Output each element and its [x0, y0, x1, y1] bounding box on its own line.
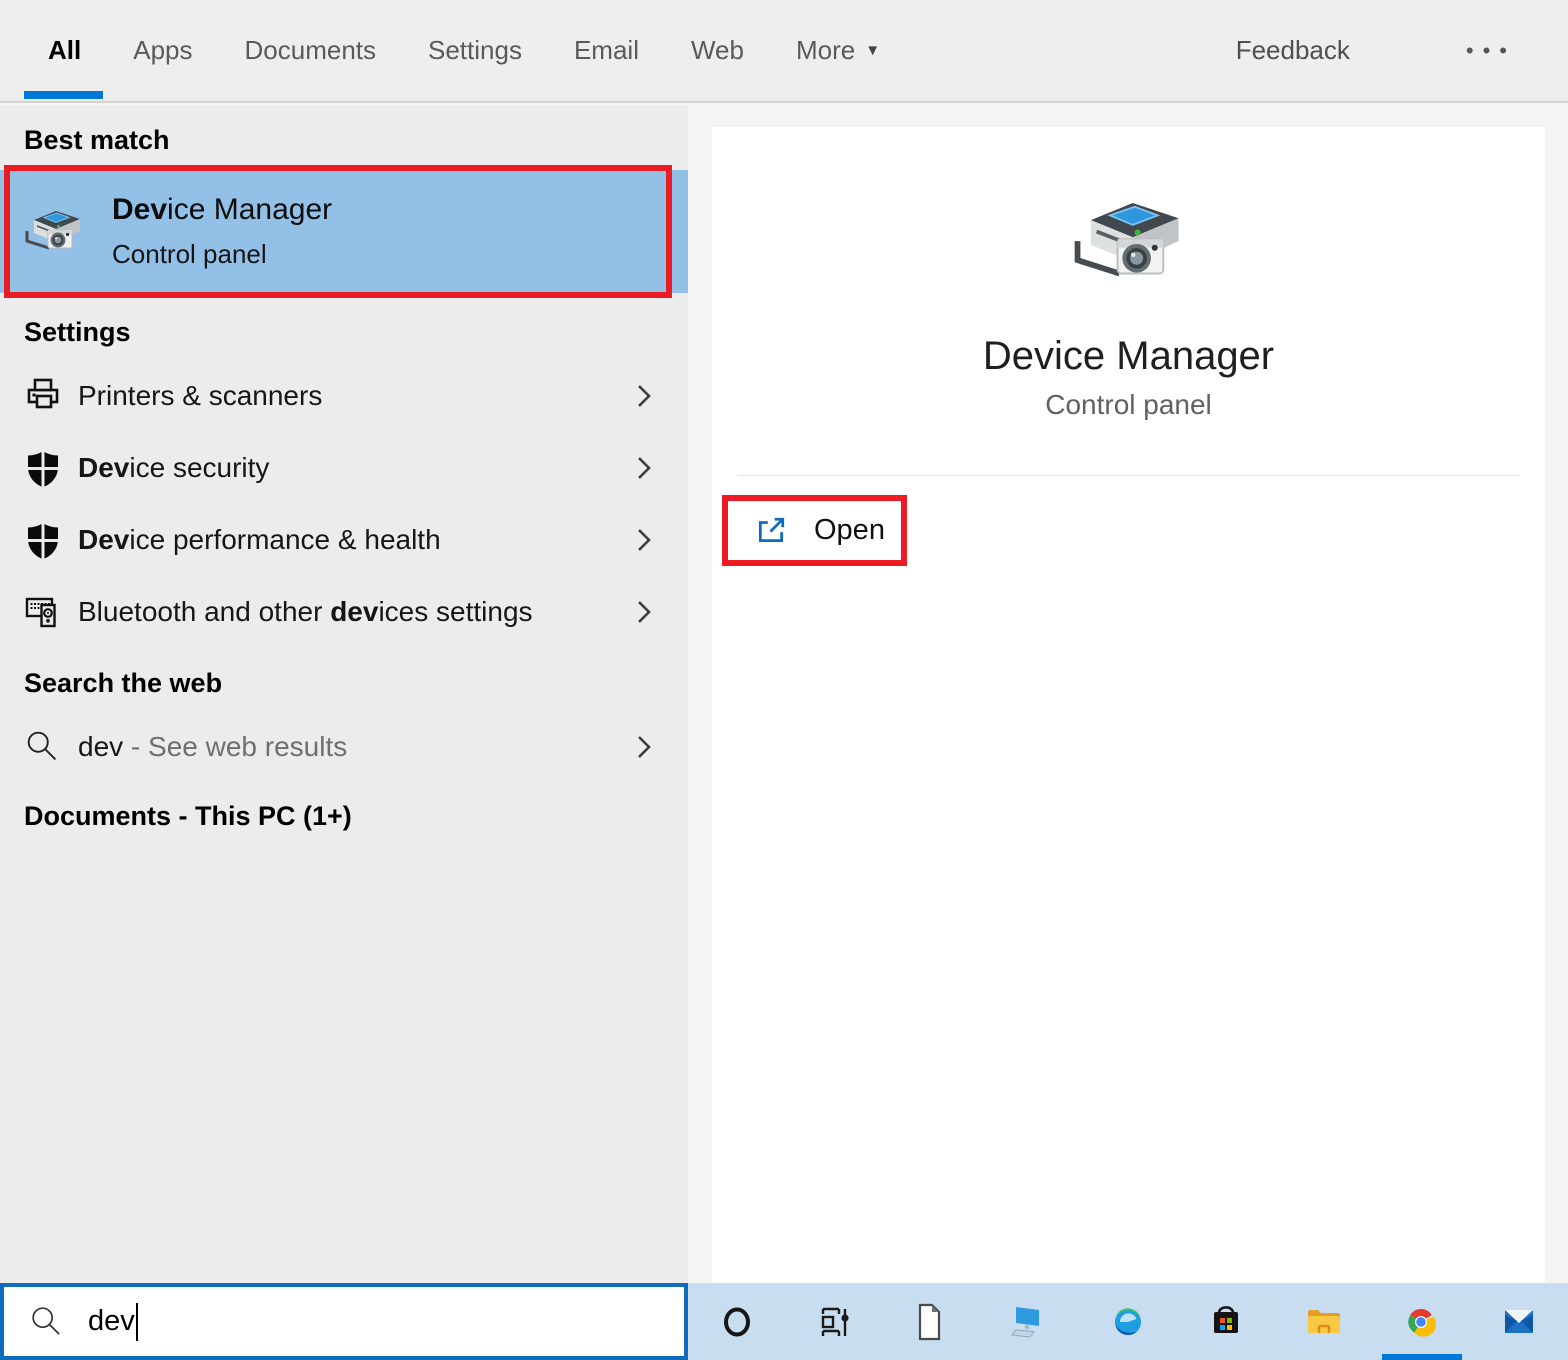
tab-apps[interactable]: Apps: [133, 0, 192, 101]
open-button[interactable]: Open: [814, 514, 885, 547]
settings-item-device-security[interactable]: Device security: [0, 432, 688, 504]
best-match-result-device-manager[interactable]: Device Manager Control panel: [0, 170, 688, 293]
tab-all[interactable]: All: [48, 0, 81, 101]
search-input[interactable]: dev: [0, 1283, 688, 1360]
chrome-icon[interactable]: [1372, 1283, 1470, 1360]
search-icon: [28, 1303, 66, 1341]
text-cursor: [136, 1303, 138, 1341]
search-results-panel: Best match Device Manager Control panel …: [0, 105, 688, 1283]
feedback-button[interactable]: Feedback: [1236, 0, 1350, 101]
store-icon[interactable]: [1177, 1283, 1275, 1360]
item-label: Device security: [78, 452, 269, 484]
search-input-value: dev: [88, 1305, 135, 1338]
device-manager-icon: [22, 200, 86, 264]
more-options-icon[interactable]: •••: [1466, 38, 1516, 64]
settings-section-rows: Printers & scanners Device security: [0, 360, 688, 648]
search-web-rows: dev - See web results: [0, 711, 688, 783]
cortana-icon[interactable]: [688, 1283, 786, 1360]
settings-section-header: Settings: [24, 317, 688, 348]
task-view-icon[interactable]: [786, 1283, 884, 1360]
annotation-box: Open: [722, 495, 907, 566]
item-label: dev - See web results: [78, 731, 347, 763]
preview-title: Device Manager: [712, 334, 1545, 379]
taskbar: [688, 1283, 1568, 1360]
printer-icon: [20, 373, 66, 419]
file-explorer-icon[interactable]: [1275, 1283, 1373, 1360]
tab-more[interactable]: More ▼: [796, 0, 880, 101]
search-web-section-header: Search the web: [24, 668, 688, 699]
item-label: Bluetooth and other devices settings: [78, 596, 533, 628]
chevron-right-icon: [636, 599, 652, 625]
chevron-down-icon: ▼: [865, 42, 880, 59]
settings-item-printers-scanners[interactable]: Printers & scanners: [0, 360, 688, 432]
tab-documents[interactable]: Documents: [245, 0, 377, 101]
divider: [738, 475, 1519, 476]
search-icon: [20, 724, 66, 770]
chevron-right-icon: [636, 734, 652, 760]
search-filter-tab-bar: All Apps Documents Settings Email Web Mo…: [0, 0, 1568, 103]
best-match-text: Device Manager Control panel: [112, 193, 332, 270]
settings-item-bluetooth-devices[interactable]: Bluetooth and other devices settings: [0, 576, 688, 648]
tab-email[interactable]: Email: [574, 0, 639, 101]
web-search-item-dev[interactable]: dev - See web results: [0, 711, 688, 783]
active-app-indicator: [1382, 1354, 1462, 1360]
tab-web[interactable]: Web: [691, 0, 744, 101]
devices-icon: [20, 589, 66, 635]
shield-icon: [20, 445, 66, 491]
best-match-header: Best match: [24, 105, 688, 156]
document-icon[interactable]: [884, 1283, 982, 1360]
item-label: Printers & scanners: [78, 380, 322, 412]
shield-icon: [20, 517, 66, 563]
chevron-right-icon: [636, 527, 652, 553]
item-label: Device performance & health: [78, 524, 441, 556]
preview-subtitle: Control panel: [712, 389, 1545, 421]
device-manager-icon: [1068, 182, 1190, 304]
edge-icon[interactable]: [1079, 1283, 1177, 1360]
chevron-right-icon: [636, 383, 652, 409]
result-title: Device Manager: [112, 193, 332, 227]
open-external-icon[interactable]: [754, 515, 788, 547]
chevron-right-icon: [636, 455, 652, 481]
monitor-icon[interactable]: [981, 1283, 1079, 1360]
mail-icon[interactable]: [1470, 1283, 1568, 1360]
documents-section-header[interactable]: Documents - This PC (1+): [24, 801, 688, 832]
annotation-box: [4, 165, 672, 298]
preview-card: Device Manager Control panel Open: [712, 127, 1545, 1283]
settings-item-device-performance-health[interactable]: Device performance & health: [0, 504, 688, 576]
result-subtitle: Control panel: [112, 239, 332, 270]
tab-settings[interactable]: Settings: [428, 0, 522, 101]
